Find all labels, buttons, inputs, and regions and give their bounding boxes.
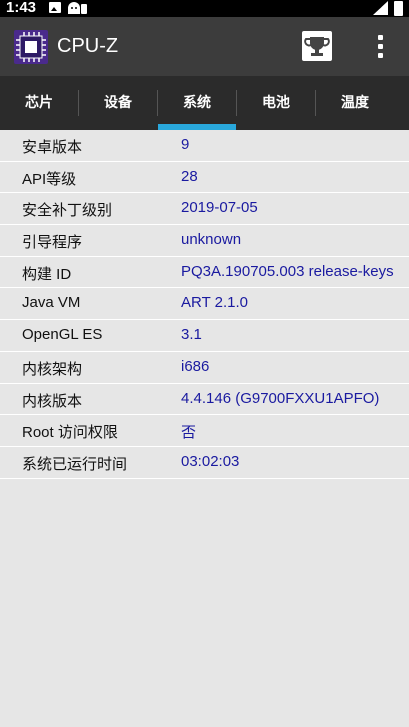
row-label: 引导程序 (22, 234, 83, 252)
row-label: 内核架构 (22, 360, 83, 378)
info-row-security-patch: 安全补丁级别 2019-07-05 (0, 193, 409, 226)
status-bar: 1:43 (0, 0, 409, 17)
row-label: Root 访问权限 (22, 424, 118, 442)
row-value: 03:02:03 (181, 452, 240, 470)
cpu-chip-icon (14, 30, 48, 64)
row-label: API等级 (22, 170, 77, 188)
info-row-build-id: 构建 ID PQ3A.190705.003 release-keys (0, 257, 409, 289)
row-value: 2019-07-05 (181, 199, 258, 217)
tab-battery[interactable]: 电池 (237, 76, 315, 130)
row-value: 3.1 (181, 326, 202, 344)
row-label: 安全补丁级别 (22, 202, 113, 220)
row-value: 9 (181, 136, 190, 153)
info-row-android-version: 安卓版本 9 (0, 130, 409, 162)
tab-chip[interactable]: 芯片 (0, 76, 78, 130)
row-value: 4.4.146 (G9700FXXU1APFO) (181, 389, 380, 407)
tab-device[interactable]: 设备 (79, 76, 157, 130)
more-vertical-icon[interactable] (374, 35, 386, 61)
info-row-kernel-arch: 内核架构 i686 (0, 352, 409, 384)
app-bar: CPU-Z (0, 17, 409, 76)
tab-bar: 芯片 设备 系统 电池 温度 (0, 76, 409, 130)
info-row-system-uptime: 系统已运行时间 03:02:03 (0, 447, 409, 479)
row-value: ART 2.1.0 (181, 294, 248, 312)
row-value: unknown (181, 231, 242, 249)
info-row-java-vm: Java VM ART 2.1.0 (0, 288, 409, 321)
info-row-kernel-version: 内核版本 4.4.146 (G9700FXXU1APFO) (0, 384, 409, 416)
android-icon (68, 2, 87, 14)
info-row-bootloader: 引导程序 unknown (0, 225, 409, 257)
system-info-list: 安卓版本 9 API等级 28 安全补丁级别 2019-07-05 引导程序 u… (0, 130, 409, 479)
battery-icon (394, 1, 403, 16)
tab-system[interactable]: 系统 (158, 76, 236, 130)
row-label: OpenGL ES (22, 326, 103, 344)
image-icon (49, 2, 61, 13)
signal-icon (373, 1, 388, 15)
trophy-button[interactable] (302, 31, 332, 61)
row-value: i686 (181, 357, 210, 375)
row-value: PQ3A.190705.003 release-keys (181, 262, 394, 280)
row-label: 安卓版本 (22, 139, 83, 156)
row-label: 构建 ID (22, 265, 72, 283)
row-label: Java VM (22, 294, 81, 312)
info-row-root-access: Root 访问权限 否 (0, 415, 409, 447)
row-label: 内核版本 (22, 392, 83, 410)
info-row-api-level: API等级 28 (0, 162, 409, 194)
app-title: CPU-Z (57, 35, 119, 57)
tab-temperature[interactable]: 温度 (316, 76, 394, 130)
row-label: 系统已运行时间 (22, 455, 128, 473)
info-row-opengl-es: OpenGL ES 3.1 (0, 320, 409, 352)
trophy-icon (304, 37, 330, 56)
row-value: 28 (181, 167, 198, 185)
row-value: 否 (181, 424, 197, 442)
status-time: 1:43 (6, 0, 37, 16)
